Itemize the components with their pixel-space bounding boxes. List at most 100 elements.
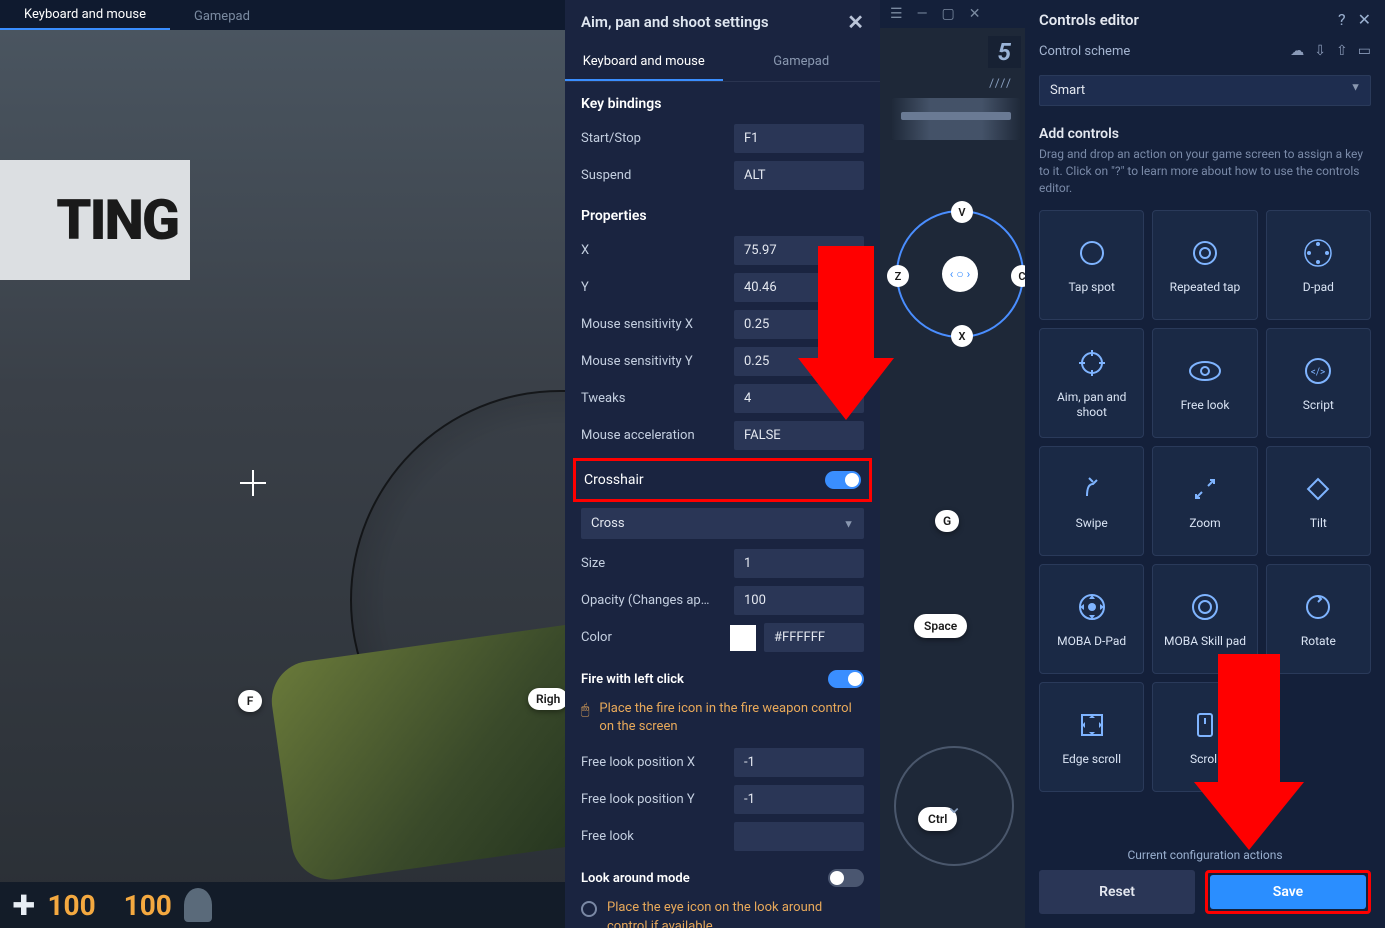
repeated-tap-icon bbox=[1188, 236, 1222, 270]
folder-icon[interactable]: ▭ bbox=[1358, 43, 1371, 59]
health-icon: ✚ bbox=[12, 889, 35, 922]
label-x: X bbox=[581, 243, 726, 258]
key-badge-right-click[interactable]: Righ bbox=[528, 688, 565, 710]
save-button[interactable]: Save bbox=[1210, 875, 1366, 909]
label-fly: Free look position Y bbox=[581, 792, 726, 807]
controls-grid: Tap spot Repeated tap D-pad Aim, pan and… bbox=[1025, 200, 1385, 802]
eye-icon bbox=[1188, 354, 1222, 388]
radio-look-around[interactable] bbox=[581, 901, 597, 917]
mouse-icon: 🖱 bbox=[581, 702, 589, 718]
input-x[interactable] bbox=[734, 236, 864, 265]
cloud-upload-icon[interactable]: ☁ bbox=[1290, 43, 1304, 59]
tab-keyboard-mouse[interactable]: Keyboard and mouse bbox=[0, 1, 170, 30]
panel-tab-keyboard[interactable]: Keyboard and mouse bbox=[565, 44, 723, 81]
hud-weapon-icon bbox=[891, 98, 1021, 140]
key-badge-g[interactable]: G bbox=[935, 510, 959, 532]
key-badge-space[interactable]: Space bbox=[914, 614, 967, 638]
close-window-icon[interactable]: ✕ bbox=[969, 6, 981, 22]
input-fly[interactable] bbox=[734, 785, 864, 814]
chevron-down-icon: ⌄ bbox=[946, 794, 963, 818]
control-scroll[interactable]: Scroll bbox=[1152, 682, 1257, 792]
close-editor-icon[interactable]: ✕ bbox=[1358, 10, 1371, 29]
footer-label: Current configuration actions bbox=[1039, 848, 1371, 862]
scroll-icon bbox=[1188, 708, 1222, 742]
hud-armor: 100 bbox=[124, 889, 172, 922]
label-msy: Mouse sensitivity Y bbox=[581, 354, 726, 369]
minimize-icon[interactable]: — bbox=[917, 6, 928, 22]
label-flx: Free look position X bbox=[581, 755, 726, 770]
control-script[interactable]: </>Script bbox=[1266, 328, 1371, 438]
select-control-scheme[interactable]: Smart bbox=[1039, 75, 1371, 106]
input-freelook[interactable] bbox=[734, 822, 864, 851]
input-mouse-accel[interactable] bbox=[734, 421, 864, 450]
crosshair-icon bbox=[1075, 346, 1109, 380]
input-size[interactable] bbox=[734, 549, 864, 578]
reset-button[interactable]: Reset bbox=[1039, 870, 1195, 914]
tilt-icon bbox=[1301, 472, 1335, 506]
script-icon: </> bbox=[1301, 354, 1335, 388]
input-start-stop[interactable] bbox=[734, 124, 864, 153]
moba-dpad-icon bbox=[1075, 590, 1109, 624]
aim-settings-panel: Aim, pan and shoot settings ✕ Keyboard a… bbox=[565, 0, 880, 928]
control-moba-dpad[interactable]: MOBA D-Pad bbox=[1039, 564, 1144, 674]
hamburger-icon[interactable]: ☰ bbox=[890, 6, 903, 22]
input-suspend[interactable] bbox=[734, 161, 864, 190]
controls-editor-title: Controls editor bbox=[1039, 11, 1139, 29]
dpad-key-z[interactable]: Z bbox=[887, 265, 909, 287]
input-opacity[interactable] bbox=[734, 586, 864, 615]
weapon-render bbox=[267, 611, 565, 885]
add-controls-title: Add controls bbox=[1039, 126, 1371, 142]
import-icon[interactable]: ⇩ bbox=[1314, 43, 1326, 59]
close-icon[interactable]: ✕ bbox=[847, 12, 864, 32]
hint-fire: Place the fire icon in the fire weapon c… bbox=[599, 700, 864, 736]
export-icon[interactable]: ⇧ bbox=[1336, 43, 1348, 59]
control-tap-spot[interactable]: Tap spot bbox=[1039, 210, 1144, 320]
control-swipe[interactable]: Swipe bbox=[1039, 446, 1144, 556]
map-sign: TING bbox=[0, 160, 190, 280]
control-zoom[interactable]: Zoom bbox=[1152, 446, 1257, 556]
label-opacity: Opacity (Changes ap… bbox=[581, 593, 726, 608]
control-dpad[interactable]: D-pad bbox=[1266, 210, 1371, 320]
control-moba-skill[interactable]: MOBA Skill pad bbox=[1152, 564, 1257, 674]
control-aim-pan-shoot[interactable]: Aim, pan and shoot bbox=[1039, 328, 1144, 438]
input-msx[interactable] bbox=[734, 310, 864, 339]
input-color[interactable] bbox=[764, 623, 864, 652]
rotate-icon bbox=[1301, 590, 1335, 624]
input-msy[interactable] bbox=[734, 347, 864, 376]
select-crosshair-shape[interactable]: Cross bbox=[581, 508, 864, 539]
maximize-icon[interactable]: ▢ bbox=[942, 6, 955, 22]
input-tweaks[interactable] bbox=[734, 384, 864, 413]
panel-tab-gamepad[interactable]: Gamepad bbox=[723, 44, 881, 81]
toggle-fire-left-click[interactable] bbox=[828, 670, 864, 688]
control-free-look[interactable]: Free look bbox=[1152, 328, 1257, 438]
dpad-key-x[interactable]: X bbox=[951, 325, 973, 347]
hint-look-around: Place the eye icon on the look around co… bbox=[607, 899, 864, 928]
toggle-look-around[interactable] bbox=[828, 869, 864, 887]
control-tilt[interactable]: Tilt bbox=[1266, 446, 1371, 556]
label-crosshair: Crosshair bbox=[584, 472, 825, 488]
dpad-key-v[interactable]: V bbox=[951, 201, 973, 223]
control-repeated-tap[interactable]: Repeated tap bbox=[1152, 210, 1257, 320]
panel-title: Aim, pan and shoot settings bbox=[581, 13, 769, 31]
svg-text:</>: </> bbox=[1311, 367, 1325, 378]
input-y[interactable] bbox=[734, 273, 864, 302]
moba-skill-icon bbox=[1188, 590, 1222, 624]
joystick-overlay[interactable]: ⌄ bbox=[894, 746, 1014, 866]
input-flx[interactable] bbox=[734, 748, 864, 777]
controls-editor-panel: Controls editor ? ✕ Control scheme ☁ ⇩ ⇧… bbox=[1025, 0, 1385, 928]
control-edge-scroll[interactable]: Edge scroll bbox=[1039, 682, 1144, 792]
toggle-crosshair[interactable] bbox=[825, 471, 861, 489]
zoom-icon bbox=[1188, 472, 1222, 506]
tap-spot-icon bbox=[1075, 236, 1109, 270]
help-icon[interactable]: ? bbox=[1338, 10, 1346, 29]
label-y: Y bbox=[581, 280, 726, 295]
hud-avatar-icon bbox=[184, 888, 212, 922]
dpad-overlay[interactable]: ‹ ○ › V Z C X bbox=[896, 210, 1024, 338]
hud-score: 5 bbox=[988, 36, 1021, 68]
key-badge-f[interactable]: F bbox=[238, 690, 262, 712]
tab-gamepad[interactable]: Gamepad bbox=[170, 3, 274, 30]
label-msx: Mouse sensitivity X bbox=[581, 317, 726, 332]
section-properties: Properties bbox=[565, 194, 880, 232]
control-rotate[interactable]: Rotate bbox=[1266, 564, 1371, 674]
color-swatch[interactable] bbox=[730, 625, 756, 651]
